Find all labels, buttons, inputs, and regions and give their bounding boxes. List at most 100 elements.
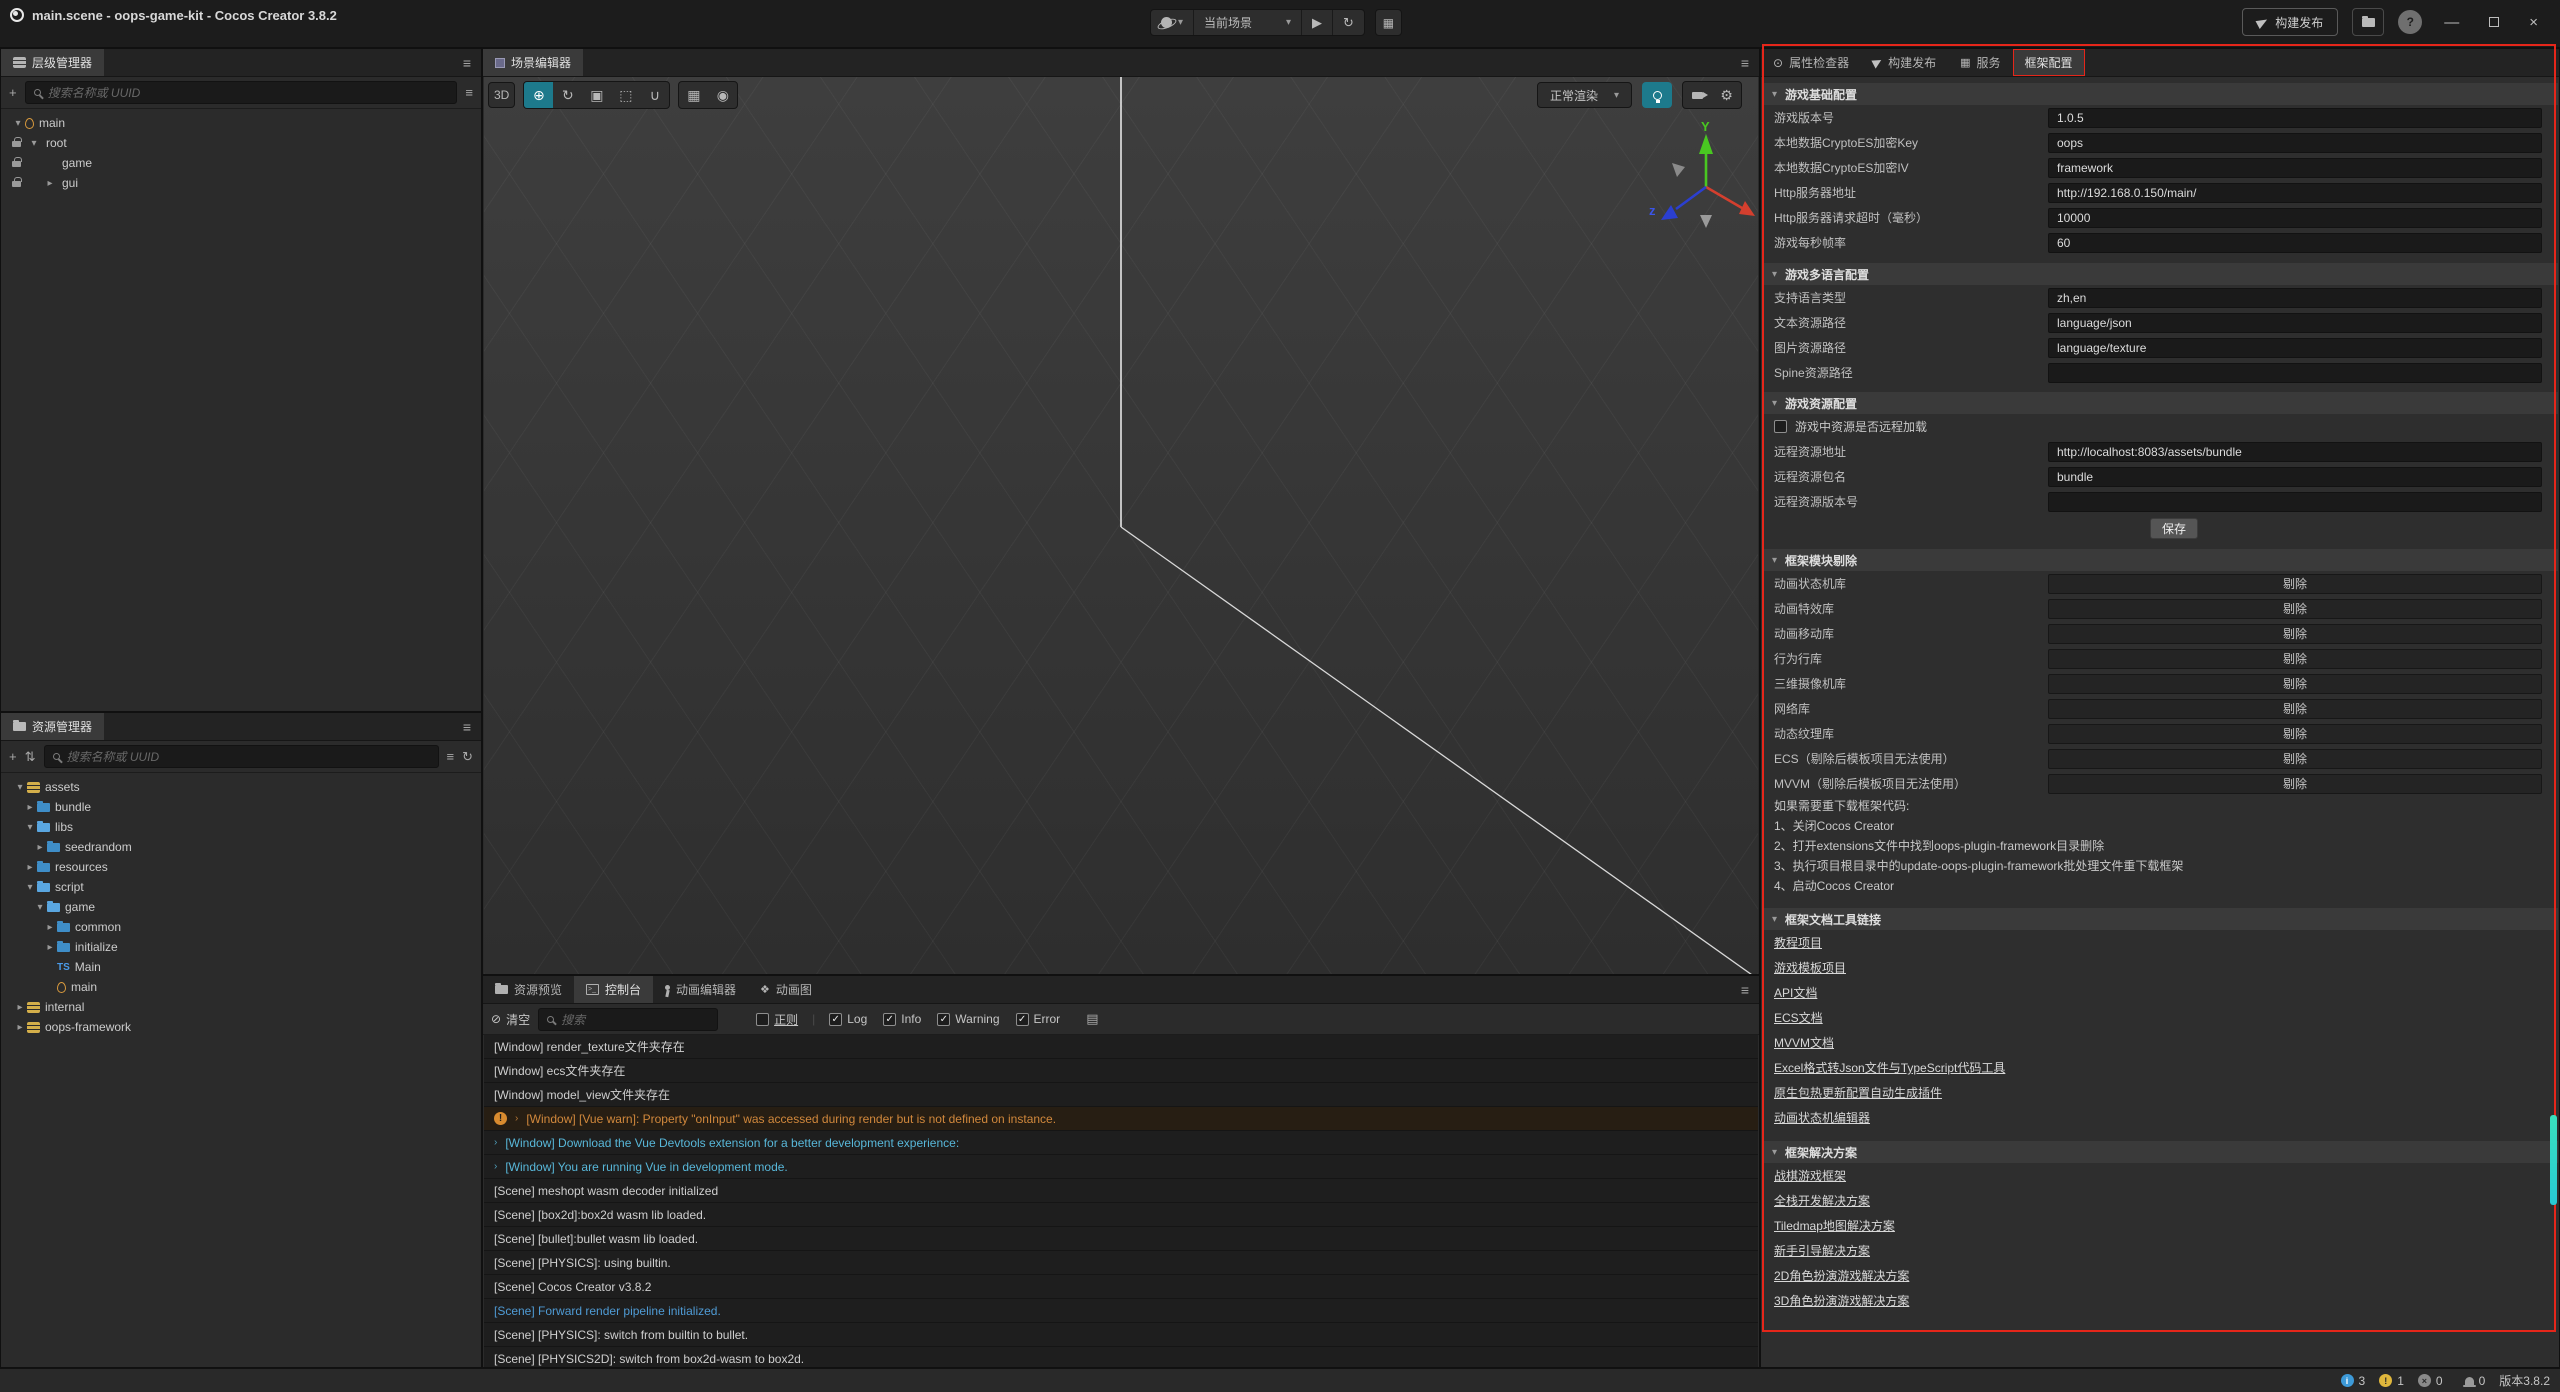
field-input[interactable]	[2048, 363, 2542, 383]
create-asset-button[interactable]: +	[9, 749, 17, 764]
section-header-框架文档工具链接[interactable]: ▾框架文档工具链接	[1762, 908, 2558, 930]
tree-item-main[interactable]: ▾main	[1, 113, 481, 133]
filter-info[interactable]: ✓Info	[883, 1012, 921, 1026]
doc-link[interactable]: MVVM文档	[1774, 1034, 1834, 1051]
create-node-button[interactable]: +	[9, 85, 17, 100]
chevron-right-icon[interactable]: ▸	[33, 842, 47, 853]
snap-rotation-icon[interactable]: ◉	[708, 82, 737, 108]
section-header-框架模块剔除[interactable]: ▾框架模块剔除	[1762, 549, 2558, 571]
doc-link[interactable]: Excel格式转Json文件与TypeScript代码工具	[1774, 1059, 2005, 1076]
chevron-down-icon[interactable]: ▾	[33, 902, 47, 913]
console-search-input[interactable]: 搜索	[538, 1008, 718, 1031]
doc-link[interactable]: 战棋游戏框架	[1774, 1167, 1846, 1184]
panel-menu-icon[interactable]: ≡	[453, 49, 481, 76]
console-log-row[interactable]: [Scene] [PHYSICS2D]: switch from box2d-w…	[484, 1347, 1758, 1367]
console-log-row[interactable]: !›[Window] [Vue warn]: Property "onInput…	[484, 1107, 1758, 1131]
console-log-list[interactable]: [Window] render_texture文件夹存在[Window] ecs…	[484, 1035, 1758, 1367]
scale-tool-icon[interactable]: ▣	[582, 82, 611, 108]
3d-mode-button[interactable]: 3D	[488, 82, 515, 108]
viewport-settings-gear-icon[interactable]: ⚙	[1712, 82, 1741, 108]
tab-assets[interactable]: 资源管理器	[1, 713, 104, 740]
doc-link[interactable]: Tiledmap地图解决方案	[1774, 1217, 1895, 1234]
field-input[interactable]: language/json	[2048, 313, 2542, 333]
notification-count[interactable]: 0	[2465, 1374, 2486, 1388]
doc-link[interactable]: API文档	[1774, 984, 1817, 1001]
preview-platform-select[interactable]: ▾	[1151, 10, 1194, 35]
tree-item-internal[interactable]: ▸internal	[1, 997, 481, 1017]
field-input[interactable]: framework	[2048, 158, 2542, 178]
minimize-button[interactable]: —	[2436, 14, 2467, 31]
doc-link[interactable]: 新手引导解决方案	[1774, 1242, 1870, 1259]
remove-button[interactable]: 剔除	[2048, 774, 2542, 794]
axis-gizmo[interactable]: Y X z	[1644, 121, 1758, 241]
remove-button[interactable]: 剔除	[2048, 724, 2542, 744]
build-publish-button[interactable]: 构建发布	[2242, 8, 2338, 36]
filter-icon[interactable]: ≡	[447, 749, 455, 764]
tree-item-bundle[interactable]: ▸bundle	[1, 797, 481, 817]
section-header-框架解决方案[interactable]: ▾框架解决方案	[1762, 1141, 2558, 1163]
tab-scene-editor[interactable]: 场景编辑器	[483, 49, 583, 76]
doc-link[interactable]: 3D角色扮演游戏解决方案	[1774, 1292, 1909, 1309]
chevron-right-icon[interactable]: ▸	[43, 178, 57, 189]
layout-button[interactable]: ▦	[1375, 9, 1402, 36]
field-input[interactable]: http://192.168.0.150/main/	[2048, 183, 2542, 203]
chevron-down-icon[interactable]: ▾	[13, 782, 27, 793]
filter-error[interactable]: ✓Error	[1016, 1012, 1061, 1026]
expand-arrow-icon[interactable]: ›	[494, 1161, 497, 1172]
section-header-游戏基础配置[interactable]: ▾游戏基础配置	[1762, 83, 2558, 105]
remove-button[interactable]: 剔除	[2048, 749, 2542, 769]
move-tool-icon[interactable]: ⊕	[524, 82, 553, 108]
tab-动画编辑器[interactable]: 动画编辑器	[653, 976, 748, 1003]
tree-item-main[interactable]: TSMain	[1, 957, 481, 977]
warning-count[interactable]: ! 1	[2379, 1374, 2404, 1388]
camera-settings-icon[interactable]	[1683, 82, 1712, 108]
chevron-down-icon[interactable]: ▾	[27, 138, 41, 149]
expand-arrow-icon[interactable]: ›	[494, 1137, 497, 1148]
tree-item-oops-framework[interactable]: ▸oops-framework	[1, 1017, 481, 1037]
doc-link[interactable]: 教程项目	[1774, 934, 1822, 951]
remove-button[interactable]: 剔除	[2048, 674, 2542, 694]
tree-item-root[interactable]: ▾root	[1, 133, 481, 153]
tab-框架配置[interactable]: 框架配置	[2013, 49, 2085, 76]
chevron-right-icon[interactable]: ▸	[13, 1022, 27, 1033]
error-count[interactable]: × 0	[2418, 1374, 2443, 1388]
tab-属性检查器[interactable]: ⊙属性检查器	[1761, 49, 1861, 76]
maximize-button[interactable]	[2481, 14, 2507, 31]
sort-icon[interactable]: ⇅	[25, 749, 36, 765]
remove-button[interactable]: 剔除	[2048, 649, 2542, 669]
tree-item-initialize[interactable]: ▸initialize	[1, 937, 481, 957]
console-log-row[interactable]: [Scene] [PHYSICS]: switch from builtin t…	[484, 1323, 1758, 1347]
open-project-folder-button[interactable]	[2352, 8, 2384, 36]
rotate-tool-icon[interactable]: ↻	[553, 82, 582, 108]
chevron-down-icon[interactable]: ▾	[23, 822, 37, 833]
console-log-row[interactable]: ›[Window] You are running Vue in develop…	[484, 1155, 1758, 1179]
clear-console-button[interactable]: ⊘ 清空	[491, 1011, 530, 1028]
console-log-row[interactable]: [Scene] Forward render pipeline initiali…	[484, 1299, 1758, 1323]
tab-控制台[interactable]: >_控制台	[574, 976, 653, 1003]
tree-item-libs[interactable]: ▾libs	[1, 817, 481, 837]
console-log-row[interactable]: ›[Window] Download the Vue Devtools exte…	[484, 1131, 1758, 1155]
section-header-游戏资源配置[interactable]: ▾游戏资源配置	[1762, 392, 2558, 414]
console-log-row[interactable]: [Window] ecs文件夹存在	[484, 1059, 1758, 1083]
doc-link[interactable]: 游戏模板项目	[1774, 959, 1846, 976]
tab-服务[interactable]: ▦服务	[1948, 49, 2012, 76]
filter-icon[interactable]: ≡	[465, 85, 473, 100]
remote-load-checkbox[interactable]	[1774, 420, 1787, 433]
tree-item-script[interactable]: ▾script	[1, 877, 481, 897]
console-log-row[interactable]: [Window] render_texture文件夹存在	[484, 1035, 1758, 1059]
assets-search-input[interactable]: 搜索名称或 UUID	[44, 745, 439, 768]
expand-arrow-icon[interactable]: ›	[515, 1113, 518, 1124]
transform-gizmo-icon[interactable]: ∪	[640, 82, 669, 108]
help-button[interactable]: ?	[2398, 10, 2422, 34]
restart-button[interactable]: ↻	[1333, 10, 1364, 35]
refresh-icon[interactable]: ↻	[462, 749, 473, 765]
tab-构建发布[interactable]: 构建发布	[1861, 49, 1948, 76]
hierarchy-search-input[interactable]: 搜索名称或 UUID	[25, 81, 458, 104]
tree-item-gui[interactable]: ▸gui	[1, 173, 481, 193]
panel-menu-icon[interactable]: ≡	[1731, 49, 1759, 76]
console-log-row[interactable]: [Scene] [box2d]:box2d wasm lib loaded.	[484, 1203, 1758, 1227]
doc-link[interactable]: 2D角色扮演游戏解决方案	[1774, 1267, 1909, 1284]
scene-select[interactable]: 当前场景 ▾	[1194, 10, 1302, 35]
chevron-down-icon[interactable]: ▾	[23, 882, 37, 893]
rect-tool-icon[interactable]: ⬚	[611, 82, 640, 108]
